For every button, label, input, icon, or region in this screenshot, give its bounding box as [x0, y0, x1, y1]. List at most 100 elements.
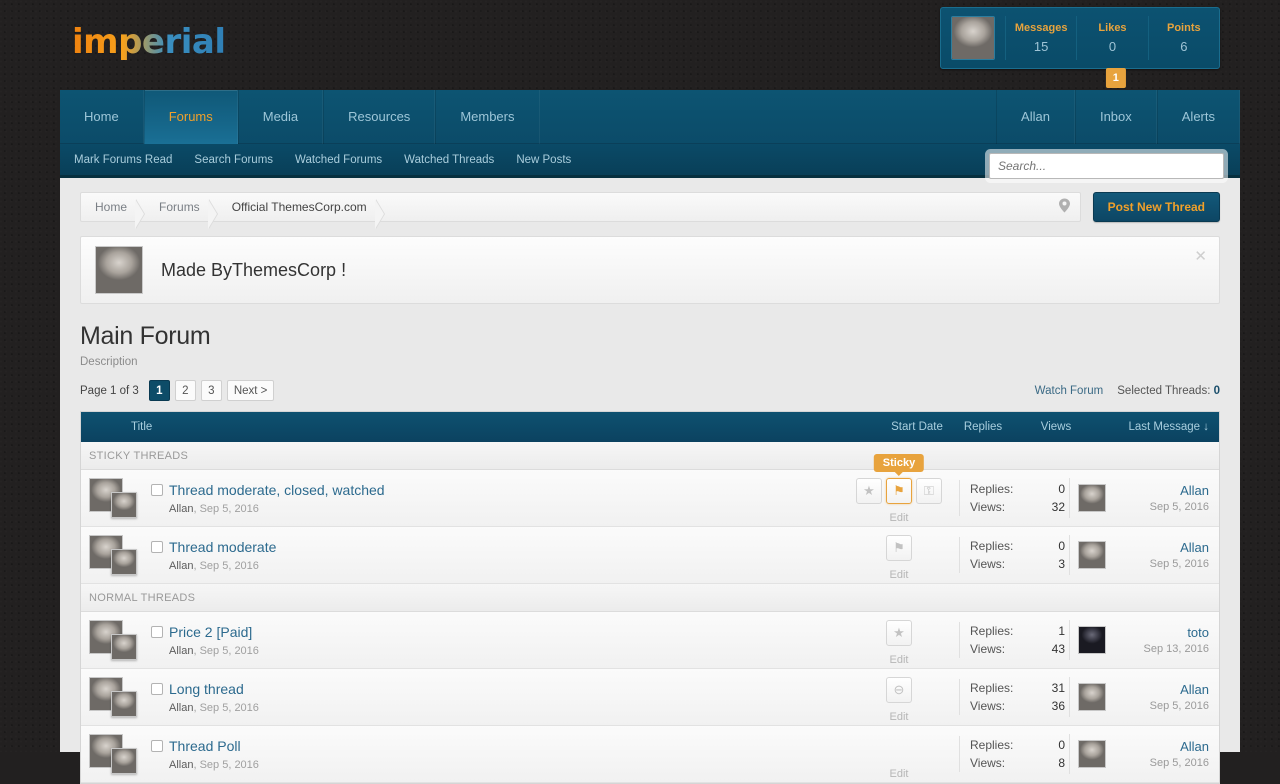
column-replies[interactable]: Replies	[953, 421, 1013, 433]
nav-inbox[interactable]: 1 Inbox	[1074, 68, 1157, 144]
section-label: STICKY THREADS	[89, 449, 189, 462]
subnav-watched-forums[interactable]: Watched Forums	[295, 154, 382, 166]
nav-alerts[interactable]: Alerts	[1156, 90, 1240, 144]
tab-forums[interactable]: Forums	[143, 90, 238, 144]
location-pin-icon[interactable]	[1058, 198, 1070, 216]
thread-views-label: Views:	[970, 557, 1006, 571]
thread-author[interactable]: Allan	[169, 702, 193, 714]
table-row[interactable]: Thread moderate, closed, watched Allan, …	[81, 454, 1219, 527]
stat-likes[interactable]: Likes 0	[1076, 16, 1147, 60]
lock-icon[interactable]: ⚿	[916, 478, 942, 504]
avatar[interactable]	[89, 620, 145, 660]
page-button-2[interactable]: 2	[174, 380, 196, 401]
table-row[interactable]: Long thread Allan, Sep 5, 2016 ⊖ Edit Re…	[81, 669, 1219, 726]
breadcrumb-home[interactable]: Home	[81, 199, 146, 229]
subnav-watched-threads[interactable]: Watched Threads	[404, 154, 494, 166]
author-avatar-secondary[interactable]	[111, 492, 137, 518]
stat-messages[interactable]: Messages 15	[1005, 16, 1076, 60]
author-avatar-secondary[interactable]	[111, 691, 137, 717]
stat-points-value: 6	[1180, 39, 1188, 54]
last-message-user[interactable]: Allan	[1106, 540, 1209, 555]
subnav-mark-forums-read[interactable]: Mark Forums Read	[74, 154, 172, 166]
thread-title-link[interactable]: Thread moderate	[169, 539, 276, 555]
star-icon[interactable]: ★	[886, 620, 912, 646]
thread-edit-link[interactable]: Edit	[839, 768, 959, 780]
thread-last-message: toto Sep 13, 2016	[1069, 620, 1219, 660]
thread-replies-value: 31	[1051, 681, 1065, 695]
last-message-avatar[interactable]	[1078, 484, 1106, 512]
thread-views-label: Views:	[970, 642, 1006, 656]
thread-author[interactable]: Allan	[169, 503, 193, 515]
thread-edit-link[interactable]: Edit	[839, 711, 959, 723]
thread-start-date: , Sep 5, 2016	[193, 559, 259, 572]
subnav-search-forums[interactable]: Search Forums	[194, 154, 273, 166]
last-message-avatar[interactable]	[1078, 683, 1106, 711]
breadcrumb-forums[interactable]: Forums	[145, 199, 218, 229]
tab-members[interactable]: Members	[435, 90, 540, 144]
thread-author[interactable]: Allan	[169, 560, 193, 572]
column-views[interactable]: Views	[1013, 421, 1099, 433]
site-logo[interactable]: imperial	[72, 22, 226, 62]
thread-views: Views: 8	[970, 754, 1069, 772]
minus-circle-icon[interactable]: ⊖	[886, 677, 912, 703]
thread-author[interactable]: Allan	[169, 645, 193, 657]
table-body: STICKY THREADS Thread moderate, closed, …	[81, 442, 1219, 783]
thread-replies-label: Replies:	[970, 681, 1014, 695]
pagination: Page 1 of 3 1 2 3 Next >	[80, 380, 275, 401]
last-message-user[interactable]: Allan	[1106, 483, 1209, 498]
watch-forum-link[interactable]: Watch Forum	[1035, 385, 1104, 397]
avatar[interactable]	[89, 535, 145, 575]
tab-resources[interactable]: Resources	[323, 90, 436, 144]
user-avatar[interactable]	[951, 16, 995, 60]
nav-account-allan[interactable]: Allan	[996, 90, 1075, 144]
star-icon[interactable]: ★	[856, 478, 882, 504]
thread-edit-link[interactable]: Edit	[839, 512, 959, 524]
thread-title-link[interactable]: Thread Poll	[169, 738, 241, 754]
avatar[interactable]	[89, 677, 145, 717]
pin-icon[interactable]: ⚑ Sticky	[873, 454, 925, 504]
thread-select-checkbox[interactable]	[151, 739, 163, 752]
last-message-avatar[interactable]	[1078, 740, 1106, 768]
thread-title-link[interactable]: Long thread	[169, 681, 244, 697]
page-button-next[interactable]: Next >	[226, 380, 275, 401]
pin-icon[interactable]: ⚑	[886, 535, 912, 561]
thread-icons: ⊖ Edit	[839, 675, 959, 723]
thread-views-value: 43	[1051, 642, 1065, 656]
thread-title-link[interactable]: Price 2 [Paid]	[169, 624, 252, 640]
breadcrumb-current[interactable]: Official ThemesCorp.com	[218, 199, 385, 229]
tab-home[interactable]: Home	[60, 90, 144, 144]
close-icon[interactable]: ✕	[1194, 249, 1207, 264]
table-row[interactable]: Thread moderate Allan, Sep 5, 2016 ⚑ Edi…	[81, 527, 1219, 584]
column-title[interactable]: Title	[81, 421, 881, 433]
last-message-user[interactable]: Allan	[1106, 682, 1209, 697]
thread-select-checkbox[interactable]	[151, 483, 163, 496]
avatar[interactable]	[89, 478, 145, 518]
thread-select-checkbox[interactable]	[151, 625, 163, 638]
tab-media[interactable]: Media	[237, 90, 324, 144]
search-input[interactable]	[990, 154, 1223, 178]
thread-edit-link[interactable]: Edit	[839, 569, 959, 581]
author-avatar-secondary[interactable]	[111, 634, 137, 660]
subnav-new-posts[interactable]: New Posts	[516, 154, 571, 166]
post-new-thread-button[interactable]: Post New Thread	[1092, 192, 1220, 222]
last-message-avatar[interactable]	[1078, 541, 1106, 569]
thread-author[interactable]: Allan	[169, 759, 193, 771]
column-last-message[interactable]: Last Message ↓	[1099, 421, 1219, 433]
thread-replies-value: 0	[1058, 738, 1065, 752]
page-button-1[interactable]: 1	[148, 380, 170, 401]
author-avatar-secondary[interactable]	[111, 549, 137, 575]
thread-select-checkbox[interactable]	[151, 682, 163, 695]
stat-points[interactable]: Points 6	[1147, 16, 1219, 60]
last-message-avatar[interactable]	[1078, 626, 1106, 654]
thread-select-checkbox[interactable]	[151, 540, 163, 553]
thread-edit-link[interactable]: Edit	[839, 654, 959, 666]
search-box[interactable]	[989, 153, 1224, 179]
last-message-user[interactable]: toto	[1106, 625, 1209, 640]
table-row[interactable]: Price 2 [Paid] Allan, Sep 5, 2016 ★ Edit…	[81, 612, 1219, 669]
column-start-date[interactable]: Start Date	[881, 421, 953, 433]
table-row[interactable]: Thread Poll Allan, Sep 5, 2016 Edit Repl…	[81, 726, 1219, 783]
thread-title-link[interactable]: Thread moderate, closed, watched	[169, 482, 385, 498]
thread-replies: Replies: 31	[970, 679, 1069, 697]
page-button-3[interactable]: 3	[200, 380, 222, 401]
avatar[interactable]	[89, 734, 145, 774]
